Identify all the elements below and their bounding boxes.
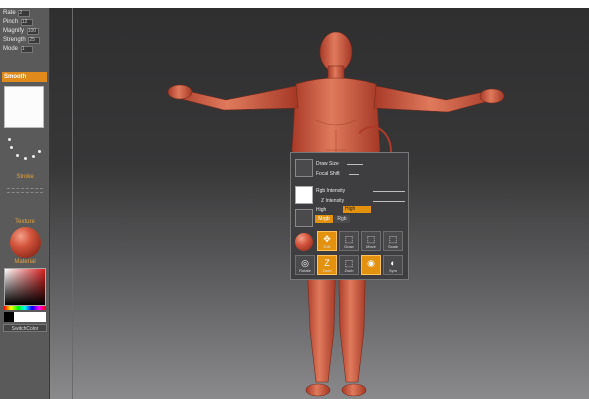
zadd-button[interactable]: Z Zadd — [317, 255, 337, 275]
slider-mode[interactable]: Mode 1 — [3, 46, 33, 53]
left-shelf: Rate 2 Pinch 12 Magnify 100 Strength 25 … — [0, 8, 50, 399]
canvas-guide-line — [72, 8, 73, 399]
slider-value[interactable]: 100 — [26, 28, 39, 35]
slider-value[interactable]: 25 — [28, 37, 41, 44]
edit-button[interactable]: ✥ Edit — [317, 231, 337, 251]
rgb-intensity-slider[interactable]: Rgb Intensity — [291, 186, 410, 195]
brush-popup-panel: Draw Size Focal Shift Rgb Intensity Z In… — [290, 152, 409, 280]
alpha-preview[interactable] — [4, 86, 44, 128]
mrgb-button[interactable]: Mrgb — [315, 215, 333, 223]
draw-size-label: Draw Size — [316, 161, 339, 167]
scale-button[interactable]: ⬚ Scale — [383, 231, 403, 251]
draw-button[interactable]: ⬚ Draw — [339, 231, 359, 251]
slider-label: Magnify — [3, 28, 25, 34]
rotate-button[interactable]: ◎ Rotate — [295, 255, 315, 275]
material-label: Material — [14, 259, 36, 265]
slider-label: Pinch — [3, 19, 19, 25]
smooth-brush-button[interactable]: Smooth — [2, 72, 47, 82]
app-frame: Rate 2 Pinch 12 Magnify 100 Strength 25 … — [0, 8, 589, 399]
stroke-label: Stroke — [16, 174, 34, 180]
slider-value[interactable]: 12 — [20, 19, 33, 26]
sym-button[interactable]: ◐ Sym — [383, 255, 403, 275]
rgb-button[interactable]: Rgb — [334, 215, 350, 223]
panel-material-icon[interactable] — [295, 233, 313, 251]
focal-shift-slider[interactable]: Focal Shift — [291, 169, 410, 178]
slider-value[interactable]: 1 — [20, 46, 33, 53]
rgb-intensity-label: Rgb Intensity — [316, 188, 346, 194]
move-button[interactable]: ⬚ Move — [361, 231, 381, 251]
z-intensity-slider[interactable]: Z Intensity — [291, 196, 410, 205]
texture-strip[interactable] — [7, 188, 43, 193]
draw-size-slider[interactable]: Draw Size — [291, 159, 410, 168]
high-label: High — [316, 207, 327, 213]
material-sphere-icon[interactable] — [10, 227, 41, 258]
slider-label: Rate — [3, 10, 16, 16]
texture-label: Texture — [15, 219, 35, 225]
slider-label: Strength — [3, 37, 26, 43]
stroke-dots-icon[interactable] — [6, 136, 42, 166]
slider-strength[interactable]: Strength 25 — [3, 37, 41, 44]
zsub-button[interactable]: ⬚ Zsub — [339, 255, 359, 275]
hue-slider[interactable] — [4, 306, 46, 310]
focal-shift-label: Focal Shift — [316, 171, 340, 177]
secondary-color-swatch[interactable] — [14, 312, 46, 322]
switch-color-button[interactable]: SwitchColor — [3, 324, 47, 332]
slider-rate[interactable]: Rate 2 — [3, 10, 31, 17]
high-dropdown[interactable]: High — [343, 206, 371, 213]
slider-label: Mode — [3, 46, 19, 52]
slider-magnify[interactable]: Magnify 100 — [3, 28, 39, 35]
z-intensity-label: Z Intensity — [321, 198, 345, 204]
slider-value[interactable]: 2 — [18, 10, 31, 17]
color-picker[interactable] — [4, 268, 46, 306]
zcut-button[interactable]: ◉ — [361, 255, 381, 275]
primary-color-swatch[interactable] — [4, 312, 14, 322]
slider-pinch[interactable]: Pinch 12 — [3, 19, 33, 26]
zcut-icon: ◉ — [367, 258, 375, 268]
